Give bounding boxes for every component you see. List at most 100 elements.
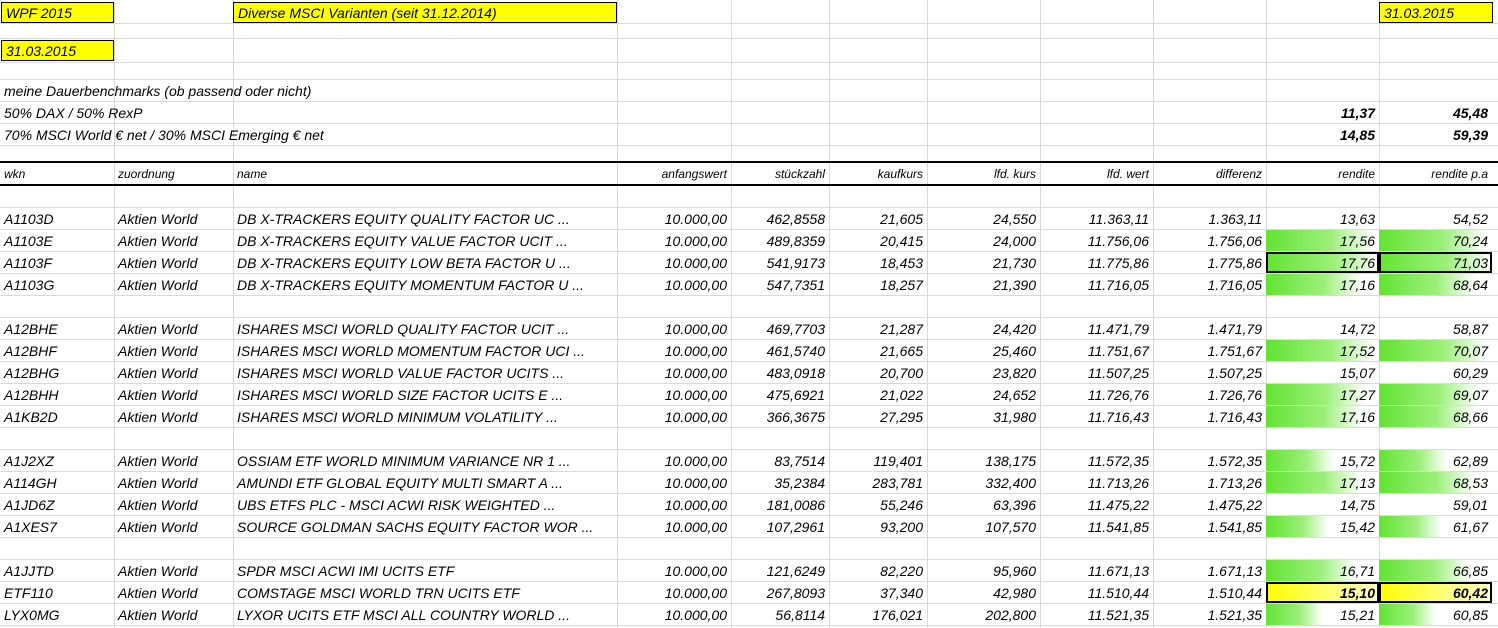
cell-lfd-kurs[interactable]: 31,980 bbox=[927, 406, 1040, 427]
cell-rendite[interactable]: 15,72 bbox=[1266, 450, 1379, 471]
cell-lfd-kurs[interactable]: 24,420 bbox=[927, 318, 1040, 339]
cell-zuordnung[interactable]: Aktien World bbox=[114, 208, 233, 229]
cell-kaufkurs[interactable]: 55,246 bbox=[829, 494, 927, 515]
cell-wkn[interactable]: A12BHE bbox=[0, 318, 114, 339]
title-cell[interactable]: WPF 2015 bbox=[1, 2, 114, 23]
cell-rendite[interactable]: 17,76 bbox=[1266, 252, 1379, 273]
cell-rendite[interactable]: 17,16 bbox=[1266, 274, 1379, 295]
cell-anfangswert[interactable]: 10.000,00 bbox=[617, 450, 731, 471]
cell-name[interactable]: ISHARES MSCI WORLD VALUE FACTOR UCITS ..… bbox=[233, 362, 617, 383]
cell-kaufkurs[interactable]: 93,200 bbox=[829, 516, 927, 537]
cell-wkn[interactable]: A1JJTD bbox=[0, 560, 114, 581]
benchmark-heading[interactable]: meine Dauerbenchmarks (ob passend oder n… bbox=[0, 80, 617, 101]
cell-name[interactable]: ISHARES MSCI WORLD MOMENTUM FACTOR UCI .… bbox=[233, 340, 617, 361]
cell-zuordnung[interactable]: Aktien World bbox=[114, 560, 233, 581]
cell-rendite-pa[interactable]: 62,89 bbox=[1379, 450, 1492, 471]
col-header-anfangswert[interactable]: anfangswert bbox=[617, 163, 731, 184]
cell-differenz[interactable]: 1.671,13 bbox=[1153, 560, 1266, 581]
benchmark-label[interactable]: 50% DAX / 50% RexP bbox=[0, 102, 617, 123]
col-header-name[interactable]: name bbox=[233, 163, 617, 184]
cell-kaufkurs[interactable]: 283,781 bbox=[829, 472, 927, 493]
cell-zuordnung[interactable]: Aktien World bbox=[114, 362, 233, 383]
cell-rendite[interactable]: 17,13 bbox=[1266, 472, 1379, 493]
cell-differenz[interactable]: 1.716,43 bbox=[1153, 406, 1266, 427]
cell-name[interactable]: COMSTAGE MSCI WORLD TRN UCITS ETF bbox=[233, 582, 617, 603]
cell-differenz[interactable]: 1.363,11 bbox=[1153, 208, 1266, 229]
cell-wkn[interactable]: A1103F bbox=[0, 252, 114, 273]
cell-wkn[interactable]: ETF110 bbox=[0, 582, 114, 603]
cell-name[interactable]: OSSIAM ETF WORLD MINIMUM VARIANCE NR 1 .… bbox=[233, 450, 617, 471]
cell-differenz[interactable]: 1.775,86 bbox=[1153, 252, 1266, 273]
cell-lfd-wert[interactable]: 11.521,35 bbox=[1040, 604, 1153, 625]
date-right-cell[interactable]: 31.03.2015 bbox=[1379, 2, 1493, 23]
cell-zuordnung[interactable]: Aktien World bbox=[114, 384, 233, 405]
cell-wkn[interactable]: A1JD6Z bbox=[0, 494, 114, 515]
cell-stueckzahl[interactable]: 547,7351 bbox=[731, 274, 829, 295]
cell-anfangswert[interactable]: 10.000,00 bbox=[617, 208, 731, 229]
col-header-lfd-kurs[interactable]: lfd. kurs bbox=[927, 163, 1040, 184]
cell-rendite-pa[interactable]: 60,42 bbox=[1379, 582, 1492, 603]
cell-rendite-pa[interactable]: 68,53 bbox=[1379, 472, 1492, 493]
cell-kaufkurs[interactable]: 18,453 bbox=[829, 252, 927, 273]
cell-lfd-kurs[interactable]: 63,396 bbox=[927, 494, 1040, 515]
cell-zuordnung[interactable]: Aktien World bbox=[114, 406, 233, 427]
benchmark-rendite[interactable]: 11,37 bbox=[1266, 102, 1379, 123]
cell-rendite[interactable]: 14,75 bbox=[1266, 494, 1379, 515]
cell-zuordnung[interactable]: Aktien World bbox=[114, 340, 233, 361]
cell-anfangswert[interactable]: 10.000,00 bbox=[617, 494, 731, 515]
cell-rendite[interactable]: 15,07 bbox=[1266, 362, 1379, 383]
cell-lfd-kurs[interactable]: 24,000 bbox=[927, 230, 1040, 251]
cell-anfangswert[interactable]: 10.000,00 bbox=[617, 362, 731, 383]
cell-differenz[interactable]: 1.541,85 bbox=[1153, 516, 1266, 537]
cell-kaufkurs[interactable]: 37,340 bbox=[829, 582, 927, 603]
cell-lfd-kurs[interactable]: 24,652 bbox=[927, 384, 1040, 405]
col-header-kaufkurs[interactable]: kaufkurs bbox=[829, 163, 927, 184]
cell-lfd-kurs[interactable]: 107,570 bbox=[927, 516, 1040, 537]
cell-name[interactable]: ISHARES MSCI WORLD QUALITY FACTOR UCIT .… bbox=[233, 318, 617, 339]
cell-wkn[interactable]: A1103D bbox=[0, 208, 114, 229]
cell-rendite-pa[interactable]: 58,87 bbox=[1379, 318, 1492, 339]
cell-lfd-wert[interactable]: 11.713,26 bbox=[1040, 472, 1153, 493]
cell-kaufkurs[interactable]: 82,220 bbox=[829, 560, 927, 581]
cell-rendite[interactable]: 15,42 bbox=[1266, 516, 1379, 537]
col-header-zuordnung[interactable]: zuordnung bbox=[114, 163, 233, 184]
cell-differenz[interactable]: 1.726,76 bbox=[1153, 384, 1266, 405]
cell-stueckzahl[interactable]: 366,3675 bbox=[731, 406, 829, 427]
cell-rendite-pa[interactable]: 59,01 bbox=[1379, 494, 1492, 515]
cell-name[interactable]: DB X-TRACKERS EQUITY MOMENTUM FACTOR U .… bbox=[233, 274, 617, 295]
cell-lfd-wert[interactable]: 11.507,25 bbox=[1040, 362, 1153, 383]
cell-name[interactable]: DB X-TRACKERS EQUITY QUALITY FACTOR UC .… bbox=[233, 208, 617, 229]
cell-zuordnung[interactable]: Aktien World bbox=[114, 582, 233, 603]
cell-name[interactable]: UBS ETFS PLC - MSCI ACWI RISK WEIGHTED .… bbox=[233, 494, 617, 515]
cell-rendite[interactable]: 16,71 bbox=[1266, 560, 1379, 581]
subtitle-cell[interactable]: Diverse MSCI Varianten (seit 31.12.2014) bbox=[233, 2, 617, 23]
cell-differenz[interactable]: 1.572,35 bbox=[1153, 450, 1266, 471]
cell-differenz[interactable]: 1.756,06 bbox=[1153, 230, 1266, 251]
cell-lfd-wert[interactable]: 11.572,35 bbox=[1040, 450, 1153, 471]
cell-zuordnung[interactable]: Aktien World bbox=[114, 318, 233, 339]
cell-anfangswert[interactable]: 10.000,00 bbox=[617, 516, 731, 537]
cell-rendite[interactable]: 17,56 bbox=[1266, 230, 1379, 251]
benchmark-rendite-pa[interactable]: 59,39 bbox=[1379, 124, 1492, 145]
cell-stueckzahl[interactable]: 461,5740 bbox=[731, 340, 829, 361]
cell-stueckzahl[interactable]: 469,7703 bbox=[731, 318, 829, 339]
col-header-stueckzahl[interactable]: stückzahl bbox=[731, 163, 829, 184]
cell-lfd-wert[interactable]: 11.510,44 bbox=[1040, 582, 1153, 603]
cell-kaufkurs[interactable]: 21,287 bbox=[829, 318, 927, 339]
cell-rendite-pa[interactable]: 60,85 bbox=[1379, 604, 1492, 625]
cell-anfangswert[interactable]: 10.000,00 bbox=[617, 252, 731, 273]
cell-stueckzahl[interactable]: 475,6921 bbox=[731, 384, 829, 405]
cell-lfd-kurs[interactable]: 24,550 bbox=[927, 208, 1040, 229]
cell-anfangswert[interactable]: 10.000,00 bbox=[617, 274, 731, 295]
cell-kaufkurs[interactable]: 20,415 bbox=[829, 230, 927, 251]
cell-name[interactable]: ISHARES MSCI WORLD MINIMUM VOLATILITY ..… bbox=[233, 406, 617, 427]
cell-differenz[interactable]: 1.751,67 bbox=[1153, 340, 1266, 361]
cell-rendite-pa[interactable]: 68,64 bbox=[1379, 274, 1492, 295]
cell-rendite-pa[interactable]: 66,85 bbox=[1379, 560, 1492, 581]
col-header-rendite[interactable]: rendite bbox=[1266, 163, 1379, 184]
cell-wkn[interactable]: A12BHG bbox=[0, 362, 114, 383]
cell-stueckzahl[interactable]: 35,2384 bbox=[731, 472, 829, 493]
col-header-differenz[interactable]: differenz bbox=[1153, 163, 1266, 184]
cell-differenz[interactable]: 1.471,79 bbox=[1153, 318, 1266, 339]
cell-differenz[interactable]: 1.507,25 bbox=[1153, 362, 1266, 383]
